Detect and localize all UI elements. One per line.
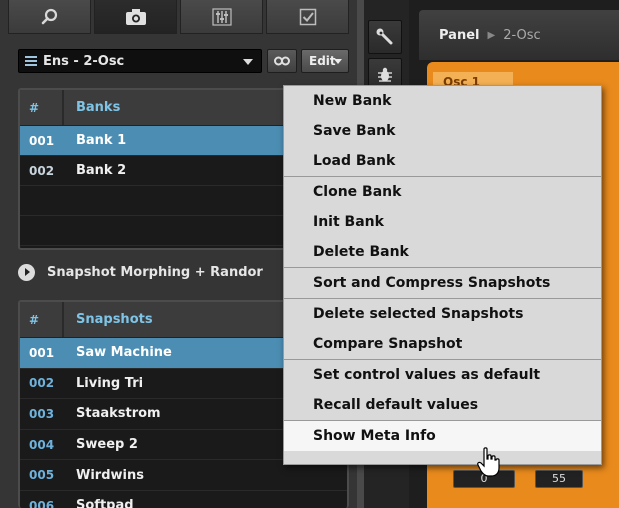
- snapshot-name: Saw Machine: [76, 345, 172, 361]
- edit-context-menu: New Bank Save Bank Load Bank Clone Bank …: [283, 85, 602, 465]
- ensemble-name: Ens - 2-Osc: [43, 53, 125, 69]
- tab-checklist[interactable]: [266, 0, 349, 34]
- sliders-icon: [211, 7, 232, 26]
- menu-item-show-meta-info[interactable]: Show Meta Info: [284, 421, 601, 451]
- menu-item-save-bank[interactable]: Save Bank: [284, 116, 601, 146]
- snapshot-name: Softpad: [76, 498, 134, 508]
- bug-icon: [378, 67, 392, 82]
- banks-header-title: Banks: [76, 100, 121, 115]
- wrench-button[interactable]: [368, 20, 402, 54]
- ensemble-selector-row: Ens - 2-Osc Edit: [18, 49, 349, 73]
- snapshot-row[interactable]: 006 Softpad: [20, 491, 347, 508]
- breadcrumb-item[interactable]: 2-Osc: [503, 28, 540, 43]
- tab-snapshot[interactable]: [94, 0, 177, 34]
- snapshot-name: Living Tri: [76, 375, 144, 391]
- menu-item-recall-default[interactable]: Recall default values: [284, 390, 601, 420]
- browser-tabs: [8, 0, 349, 36]
- snapshot-number: 002: [29, 376, 55, 391]
- menu-item-sort-compress[interactable]: Sort and Compress Snapshots: [284, 268, 601, 298]
- edit-button[interactable]: Edit: [301, 49, 349, 73]
- menu-item-init-bank[interactable]: Init Bank: [284, 207, 601, 237]
- menu-item-delete-selected[interactable]: Delete selected Snapshots: [284, 299, 601, 329]
- checkbox-icon: [299, 8, 316, 25]
- ensemble-dropdown[interactable]: Ens - 2-Osc: [18, 49, 262, 73]
- list-icon: [25, 56, 37, 66]
- chevron-down-icon: [243, 59, 253, 65]
- search-icon: [41, 8, 57, 24]
- panel-title: Panel: [439, 27, 480, 43]
- bank-name: Bank 1: [76, 133, 127, 148]
- edit-label: Edit: [309, 54, 336, 68]
- bank-number: 002: [29, 163, 55, 178]
- breadcrumb-arrow-icon: ▶: [487, 29, 496, 41]
- snapshots-header-title: Snapshots: [76, 312, 153, 327]
- menu-item-compare-snapshot[interactable]: Compare Snapshot: [284, 329, 601, 359]
- bank-number: 001: [29, 133, 55, 148]
- expand-arrow-icon[interactable]: [18, 263, 35, 281]
- snapshot-number: 006: [29, 498, 55, 508]
- pointer-hand-icon: [477, 447, 500, 477]
- snapshot-number: 005: [29, 468, 55, 483]
- snapshot-name: Wirdwins: [76, 467, 144, 483]
- value-box[interactable]: 55: [535, 470, 583, 488]
- menu-item-set-default[interactable]: Set control values as default: [284, 360, 601, 390]
- menu-item-clone-bank[interactable]: Clone Bank: [284, 177, 601, 207]
- panel-breadcrumb: Panel ▶ 2-Osc: [419, 10, 619, 60]
- link-button[interactable]: [267, 49, 297, 73]
- snapshot-name: Staakstrom: [76, 406, 161, 422]
- banks-header-number: #: [20, 90, 64, 125]
- menu-item-new-bank[interactable]: New Bank: [284, 86, 601, 116]
- wrench-icon: [376, 28, 393, 45]
- tab-search[interactable]: [8, 0, 91, 34]
- snapshot-morphing-section[interactable]: Snapshot Morphing + Randor: [18, 262, 318, 282]
- snapshot-name: Sweep 2: [76, 437, 138, 453]
- tab-mixer[interactable]: [180, 0, 263, 34]
- link-icon: [274, 56, 290, 66]
- morph-label: Snapshot Morphing + Randor: [47, 264, 263, 280]
- snapshot-number: 001: [29, 345, 55, 360]
- menu-item-load-bank[interactable]: Load Bank: [284, 146, 601, 176]
- chevron-down-icon: [334, 59, 342, 64]
- menu-item-delete-bank[interactable]: Delete Bank: [284, 237, 601, 267]
- camera-icon: [125, 8, 146, 25]
- snapshot-number: 004: [29, 437, 55, 452]
- snapshot-number: 003: [29, 406, 55, 421]
- bank-name: Bank 2: [76, 163, 127, 178]
- snapshots-header-number: #: [20, 302, 64, 337]
